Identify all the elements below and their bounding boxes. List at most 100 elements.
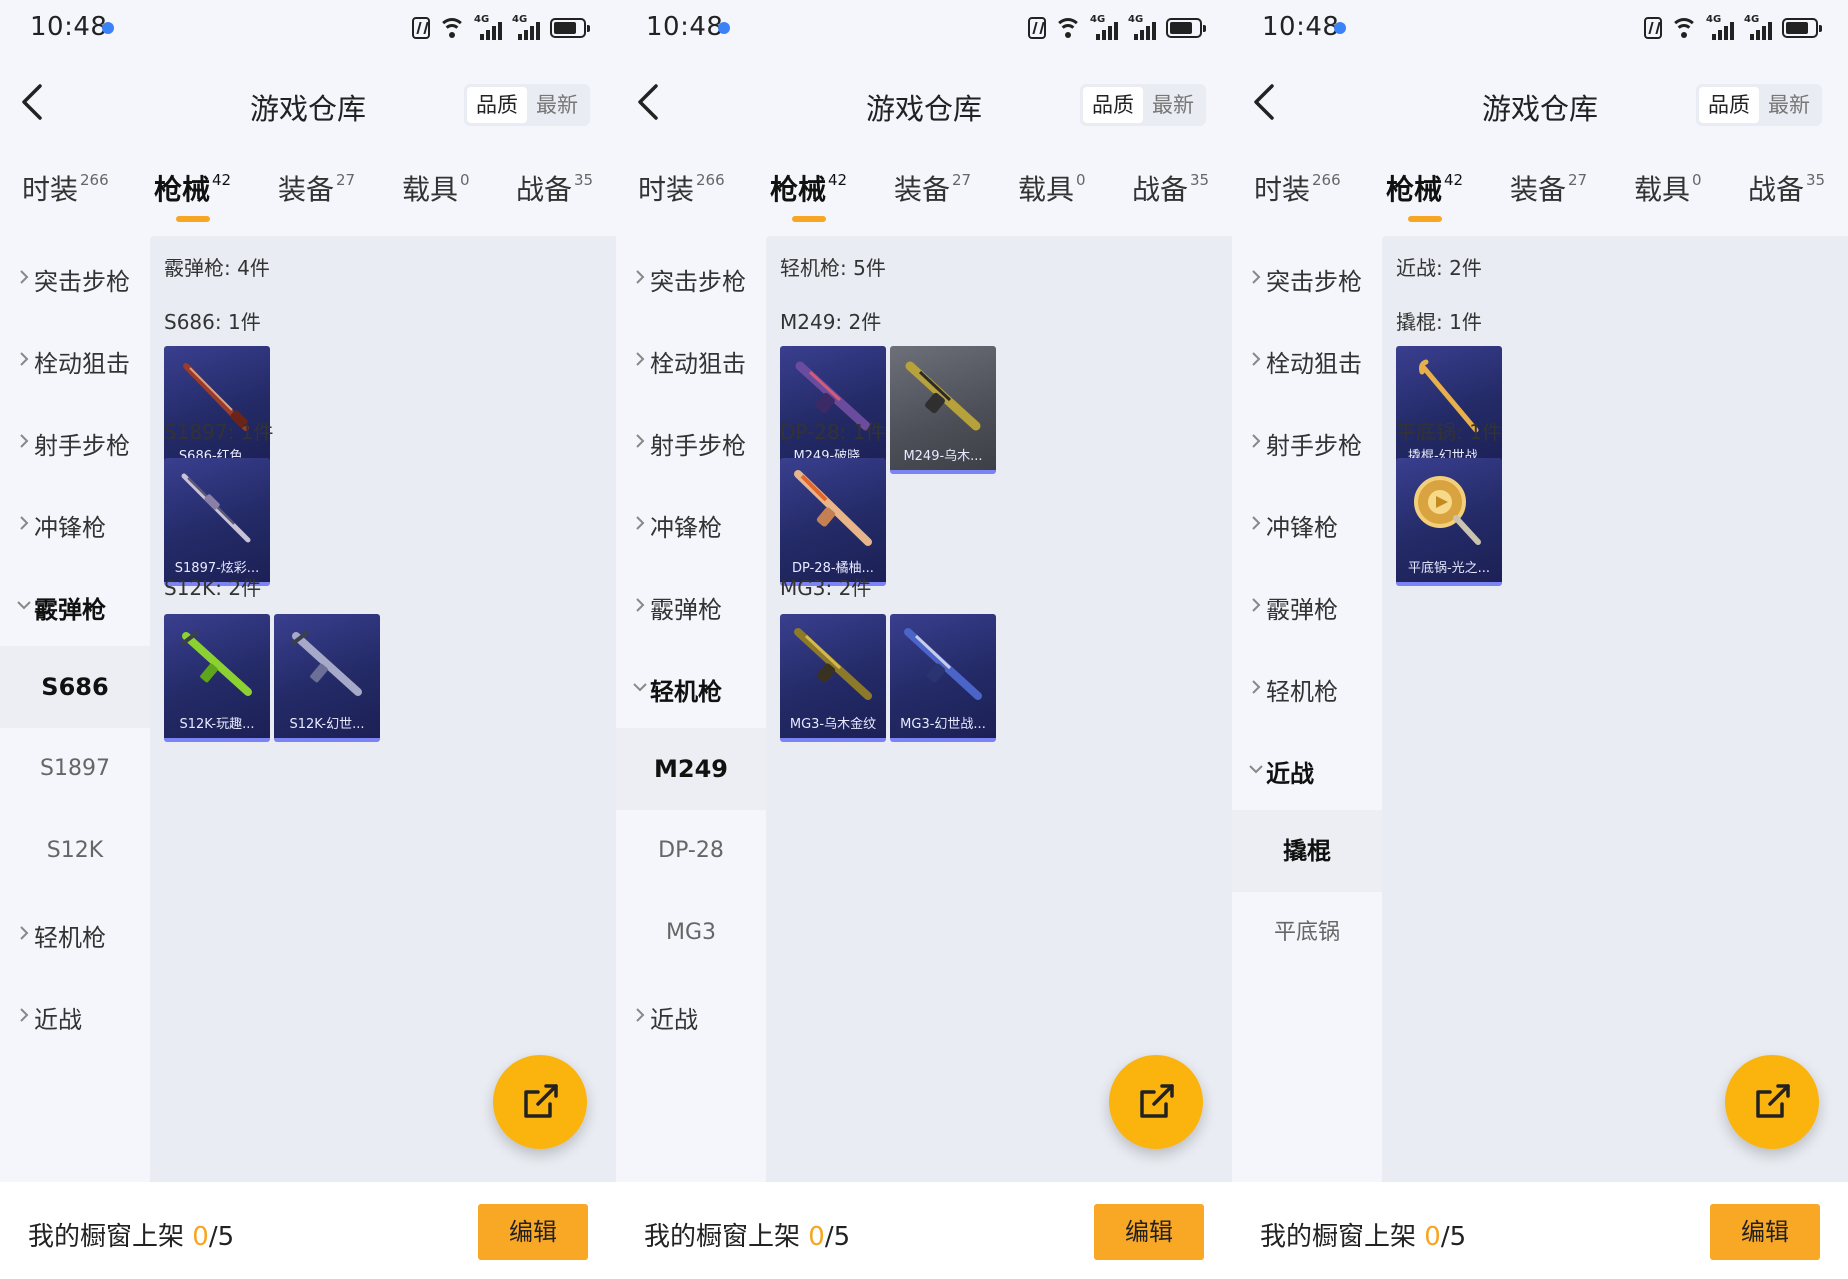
- item-card[interactable]: MG3-乌木金纹: [780, 614, 886, 742]
- item-card[interactable]: S12K-幻世...: [274, 614, 380, 742]
- nav-bar: 游戏仓库 品质 最新: [1232, 68, 1848, 142]
- category-shotgun[interactable]: 霰弹枪: [0, 564, 150, 646]
- tab-count: 35: [574, 171, 594, 189]
- tab-firearms[interactable]: 枪械 42: [154, 168, 231, 222]
- subcategory-frying-pan[interactable]: 平底锅: [1232, 892, 1382, 974]
- subcategory-crowbar[interactable]: 撬棍: [1232, 810, 1382, 892]
- category-bolt-sniper[interactable]: 栓动狙击: [1232, 318, 1382, 400]
- back-button[interactable]: [16, 80, 56, 128]
- tab-label: 载具: [402, 173, 459, 206]
- category-label: 突击步枪: [34, 268, 130, 296]
- item-name: M249-乌木...: [903, 449, 983, 464]
- subcategory-s12k[interactable]: S12K: [0, 810, 150, 892]
- category-smg[interactable]: 冲锋枪: [0, 482, 150, 564]
- chevron-right-icon: [20, 434, 29, 448]
- item-card[interactable]: 撬棍-幻世战...: [1396, 346, 1502, 474]
- tab-vehicles[interactable]: 载具 0: [1018, 168, 1086, 208]
- subcategory-mg3[interactable]: MG3: [616, 892, 766, 974]
- category-bolt-sniper[interactable]: 栓动狙击: [0, 318, 150, 400]
- item-card[interactable]: 平底锅-光之...: [1396, 458, 1502, 586]
- category-lmg[interactable]: 轻机枪: [1232, 646, 1382, 728]
- category-shotgun[interactable]: 霰弹枪: [1232, 564, 1382, 646]
- category-marksman-rifle[interactable]: 射手步枪: [0, 400, 150, 482]
- edit-button[interactable]: 编辑: [478, 1204, 588, 1260]
- sort-latest-button[interactable]: 最新: [1143, 87, 1203, 123]
- tab-count: 266: [80, 171, 109, 189]
- tab-equipment[interactable]: 装备 27: [278, 168, 355, 208]
- tab-supplies[interactable]: 战备 35: [516, 168, 593, 208]
- tab-firearms[interactable]: 枪械 42: [770, 168, 847, 222]
- tab-fashion[interactable]: 时装 266: [1254, 168, 1341, 208]
- tab-firearms[interactable]: 枪械 42: [1386, 168, 1463, 222]
- share-button[interactable]: [1109, 1055, 1203, 1149]
- item-card[interactable]: MG3-幻世战...: [890, 614, 996, 742]
- tab-fashion[interactable]: 时装 266: [22, 168, 109, 208]
- signal-4g-icon: 4G: [1744, 14, 1774, 40]
- category-tabs: 时装 266 枪械 42 装备 27 载具 0 战备 35: [1232, 168, 1848, 228]
- subcategory-s686[interactable]: S686: [0, 646, 150, 728]
- item-card[interactable]: M249-乌木...: [890, 346, 996, 474]
- tab-count: 266: [1312, 171, 1341, 189]
- category-lmg[interactable]: 轻机枪: [616, 646, 766, 728]
- weapon-category-sidebar: 突击步枪 栓动狙击 射手步枪 冲锋枪 霰弹枪 轻机枪 近战 撬棍 平底锅: [1232, 236, 1382, 1182]
- share-button[interactable]: [1725, 1055, 1819, 1149]
- item-card[interactable]: S1897-炫彩...: [164, 458, 270, 586]
- tab-label: 时装: [1254, 173, 1311, 206]
- tab-fashion[interactable]: 时装 266: [638, 168, 725, 208]
- chevron-down-icon: [633, 683, 647, 692]
- showcase-count: 0: [808, 1222, 825, 1252]
- category-assault-rifle[interactable]: 突击步枪: [0, 236, 150, 318]
- weapon-category-sidebar: 突击步枪 栓动狙击 射手步枪 冲锋枪 霰弹枪 S686 S1897 S12K 轻…: [0, 236, 150, 1182]
- tab-equipment[interactable]: 装备 27: [894, 168, 971, 208]
- edit-button[interactable]: 编辑: [1710, 1204, 1820, 1260]
- status-icons: 4G 4G: [1028, 14, 1206, 41]
- tab-label: 装备: [278, 173, 335, 206]
- share-button[interactable]: [493, 1055, 587, 1149]
- subcategory-m249[interactable]: M249: [616, 728, 766, 810]
- back-button[interactable]: [1248, 80, 1288, 128]
- subcategory-dp28[interactable]: DP-28: [616, 810, 766, 892]
- category-assault-rifle[interactable]: 突击步枪: [1232, 236, 1382, 318]
- item-card[interactable]: S686-红色...: [164, 346, 270, 474]
- category-melee[interactable]: 近战: [616, 974, 766, 1056]
- sort-latest-button[interactable]: 最新: [527, 87, 587, 123]
- chevron-right-icon: [20, 352, 29, 366]
- back-button[interactable]: [632, 80, 672, 128]
- category-melee[interactable]: 近战: [0, 974, 150, 1056]
- sort-quality-button[interactable]: 品质: [467, 87, 527, 123]
- sort-quality-button[interactable]: 品质: [1699, 87, 1759, 123]
- tab-label: 枪械: [154, 173, 211, 206]
- tab-count: 27: [1568, 171, 1588, 189]
- external-link-icon: [1756, 1084, 1790, 1118]
- item-card[interactable]: M249-破晓...: [780, 346, 886, 474]
- sort-quality-button[interactable]: 品质: [1083, 87, 1143, 123]
- sort-latest-button[interactable]: 最新: [1759, 87, 1819, 123]
- tab-vehicles[interactable]: 载具 0: [1634, 168, 1702, 208]
- item-name: 平底锅-光之...: [1407, 561, 1491, 576]
- category-melee[interactable]: 近战: [1232, 728, 1382, 810]
- category-smg[interactable]: 冲锋枪: [616, 482, 766, 564]
- category-lmg[interactable]: 轻机枪: [0, 892, 150, 974]
- category-label: 射手步枪: [650, 432, 746, 460]
- showcase-total: /5: [824, 1222, 851, 1252]
- tab-count: 0: [1692, 171, 1702, 189]
- category-assault-rifle[interactable]: 突击步枪: [616, 236, 766, 318]
- tab-supplies[interactable]: 战备 35: [1132, 168, 1209, 208]
- tab-equipment[interactable]: 装备 27: [1510, 168, 1587, 208]
- tab-vehicles[interactable]: 载具 0: [402, 168, 470, 208]
- subcategory-s1897[interactable]: S1897: [0, 728, 150, 810]
- edit-button[interactable]: 编辑: [1094, 1204, 1204, 1260]
- category-tabs: 时装 266 枪械 42 装备 27 载具 0 战备 35: [0, 168, 616, 228]
- category-marksman-rifle[interactable]: 射手步枪: [616, 400, 766, 482]
- category-smg[interactable]: 冲锋枪: [1232, 482, 1382, 564]
- item-card[interactable]: S12K-玩趣...: [164, 614, 270, 742]
- showcase-footer: 我的橱窗上架 0/5 编辑: [0, 1182, 616, 1279]
- tab-count: 35: [1190, 171, 1210, 189]
- lmg-icon: [904, 628, 982, 700]
- item-card[interactable]: DP-28-橘柚...: [780, 458, 886, 586]
- tab-supplies[interactable]: 战备 35: [1748, 168, 1825, 208]
- showcase-label: 我的橱窗上架: [644, 1222, 809, 1252]
- category-shotgun[interactable]: 霰弹枪: [616, 564, 766, 646]
- category-marksman-rifle[interactable]: 射手步枪: [1232, 400, 1382, 482]
- category-bolt-sniper[interactable]: 栓动狙击: [616, 318, 766, 400]
